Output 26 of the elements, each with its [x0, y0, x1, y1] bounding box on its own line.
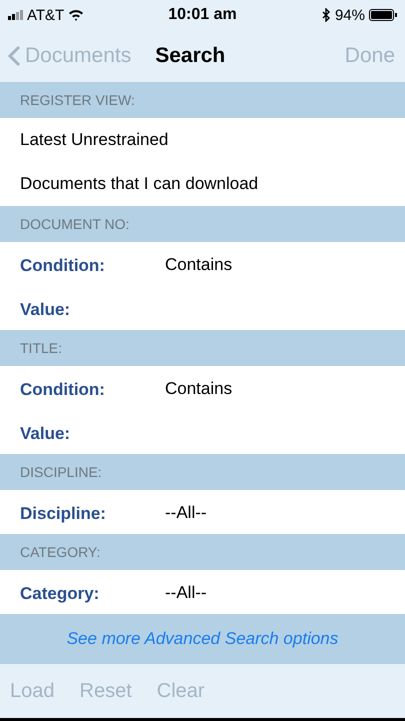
- signal-icon: [8, 10, 23, 20]
- field-label: Condition:: [20, 380, 106, 400]
- chevron-left-icon: [8, 45, 21, 67]
- section-header: REGISTER VIEW:: [0, 82, 405, 118]
- register-option[interactable]: Documents that I can download: [0, 162, 405, 206]
- section-header: DOCUMENT NO:: [0, 206, 405, 242]
- wifi-icon: [68, 9, 84, 21]
- field-label: Value:: [20, 424, 72, 444]
- field-value[interactable]: --All--: [165, 503, 207, 523]
- section-header: DISCIPLINE:: [0, 454, 405, 490]
- carrier-name: AT&T: [27, 6, 64, 24]
- field-label: Category:: [20, 584, 100, 604]
- field-label: Discipline:: [20, 504, 107, 524]
- field-label: Condition:: [20, 256, 106, 276]
- section-header: TITLE:: [0, 330, 405, 366]
- field-value[interactable]: Contains: [165, 255, 232, 275]
- bluetooth-icon: [322, 8, 331, 22]
- field-label: Value:: [20, 300, 72, 320]
- field-value[interactable]: Contains: [165, 379, 232, 399]
- field-value[interactable]: --All--: [165, 583, 207, 603]
- clock-time: 10:01 am: [168, 6, 237, 24]
- section-header: CATEGORY:: [0, 534, 405, 570]
- battery-percent: 94%: [334, 6, 365, 24]
- battery-icon: [369, 9, 397, 21]
- screen-title: Search: [155, 44, 226, 68]
- register-option[interactable]: Latest Unrestrained: [0, 118, 405, 162]
